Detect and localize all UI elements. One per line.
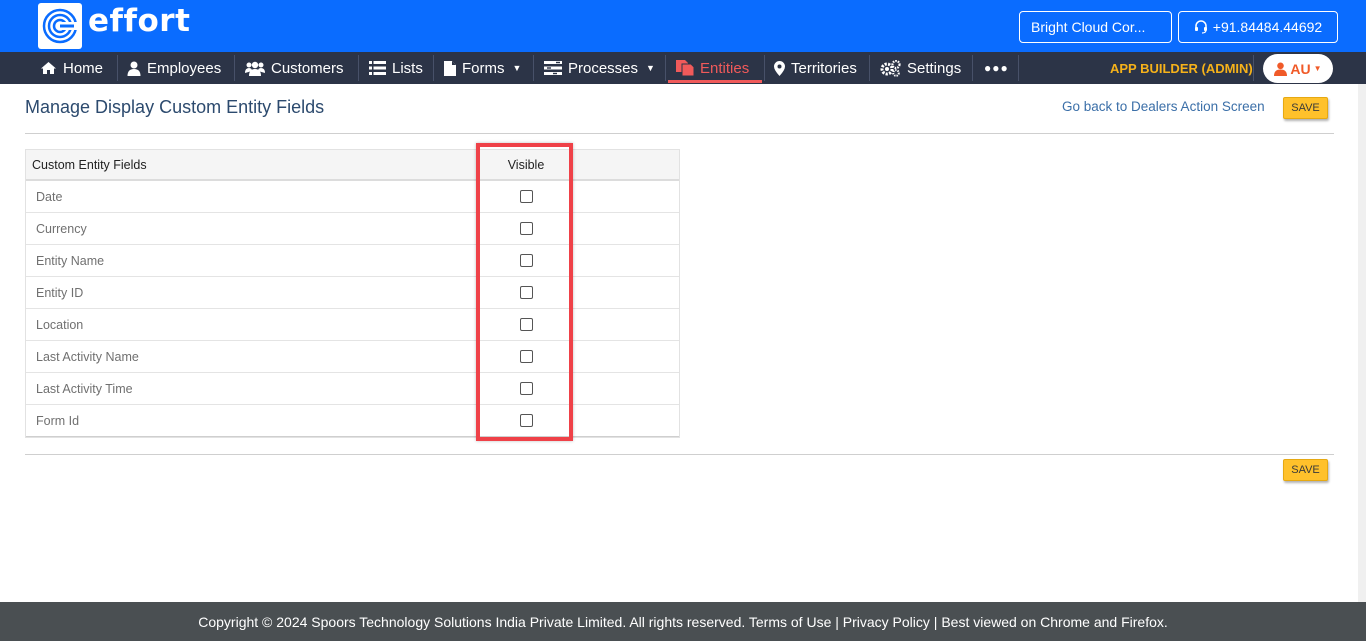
field-name: Location <box>36 317 84 332</box>
column-header-fields: Custom Entity Fields <box>32 157 147 172</box>
chevron-down-icon: ▼ <box>512 63 522 73</box>
visible-checkbox-entity-id[interactable] <box>519 286 533 299</box>
table-row: Entity Name <box>26 245 679 277</box>
field-name: Currency <box>36 221 87 236</box>
nav-item-entities[interactable]: Entities <box>668 52 762 84</box>
table-row: Entity ID <box>26 277 679 309</box>
nav-item-more[interactable]: ●●● <box>976 52 1017 84</box>
nav-label-entities: Entities <box>700 59 750 77</box>
visible-checkbox-date[interactable] <box>519 190 533 203</box>
nav-label-customers: Customers <box>271 59 344 77</box>
field-name: Last Activity Time <box>36 381 133 396</box>
top-header-bar: effort Bright Cloud Cor... +91.84484.446… <box>0 0 1366 52</box>
nav-item-settings[interactable]: Settings <box>872 52 969 84</box>
save-button-top[interactable]: SAVE <box>1283 97 1328 119</box>
user-menu-button[interactable]: AU ▼ <box>1263 54 1333 83</box>
table-row: Last Activity Name <box>26 341 679 373</box>
table-row: Currency <box>26 213 679 245</box>
divider <box>25 454 1334 455</box>
visible-checkbox-entity-name[interactable] <box>519 254 533 267</box>
nav-label-home: Home <box>63 59 104 77</box>
chevron-down-icon: ▼ <box>646 63 655 73</box>
user-icon <box>127 61 141 76</box>
nav-label-processes: Processes <box>568 59 639 77</box>
footer: Copyright © 2024 Spoors Technology Solut… <box>0 602 1366 641</box>
nav-item-lists[interactable]: Lists <box>361 52 431 84</box>
map-pin-icon <box>774 60 785 76</box>
field-name: Date <box>36 189 63 204</box>
home-icon <box>41 62 56 74</box>
nav-label-settings: Settings <box>907 59 962 77</box>
support-phone-button[interactable]: +91.84484.44692 <box>1178 11 1338 43</box>
file-icon <box>444 60 456 76</box>
table-row: Last Activity Time <box>26 373 679 405</box>
field-name: Form Id <box>36 413 80 428</box>
processes-icon <box>544 61 562 75</box>
headset-icon <box>1194 20 1207 34</box>
nav-item-employees[interactable]: Employees <box>119 52 229 84</box>
nav-item-processes[interactable]: Processes ▼ <box>536 52 663 84</box>
back-to-dealers-link[interactable]: Go back to Dealers Action Screen <box>1062 99 1265 114</box>
table-row: Location <box>26 309 679 341</box>
gears-icon <box>880 59 901 77</box>
table-row: Form Id <box>26 405 679 437</box>
save-button-bottom[interactable]: SAVE <box>1283 459 1328 481</box>
nav-label-lists: Lists <box>392 59 423 77</box>
visible-checkbox-location[interactable] <box>519 318 533 331</box>
field-name: Entity Name <box>36 253 105 268</box>
visible-checkbox-last-activity-name[interactable] <box>519 350 533 363</box>
nav-item-territories[interactable]: Territories <box>766 52 865 84</box>
table-row: Date <box>26 181 679 213</box>
custom-entity-fields-table: Custom Entity Fields Visible Date Curren… <box>25 149 680 438</box>
effort-logo-icon[interactable] <box>38 3 82 49</box>
scrollbar-track[interactable] <box>1358 84 1366 602</box>
more-icon: ●●● <box>984 61 1009 75</box>
nav-item-customers[interactable]: Customers <box>237 52 352 84</box>
nav-label-forms: Forms <box>462 59 505 77</box>
visible-checkbox-last-activity-time[interactable] <box>519 382 533 395</box>
nav-item-home[interactable]: Home <box>32 52 111 84</box>
visible-checkbox-form-id[interactable] <box>519 414 533 427</box>
table-header: Custom Entity Fields Visible <box>26 150 679 181</box>
nav-label-employees: Employees <box>147 59 222 77</box>
chevron-down-icon: ▼ <box>1313 64 1322 73</box>
nav-item-forms[interactable]: Forms ▼ <box>436 52 529 84</box>
user-initials: AU <box>1290 60 1311 77</box>
company-selector-button[interactable]: Bright Cloud Cor... <box>1019 11 1172 43</box>
entities-icon <box>676 60 694 76</box>
support-phone-number: +91.84484.44692 <box>1212 19 1323 35</box>
user-icon <box>1274 62 1288 76</box>
divider <box>25 133 1334 134</box>
brand-name: effort <box>88 3 191 39</box>
field-name: Entity ID <box>36 285 84 300</box>
visible-checkbox-currency[interactable] <box>519 222 533 235</box>
role-badge: APP BUILDER (ADMIN) <box>1110 61 1253 76</box>
list-icon <box>369 61 386 75</box>
column-header-visible: Visible <box>507 157 545 172</box>
users-icon <box>245 61 265 76</box>
nav-label-territories: Territories <box>791 59 857 77</box>
page-title: Manage Display Custom Entity Fields <box>25 97 325 117</box>
field-name: Last Activity Name <box>36 349 139 364</box>
